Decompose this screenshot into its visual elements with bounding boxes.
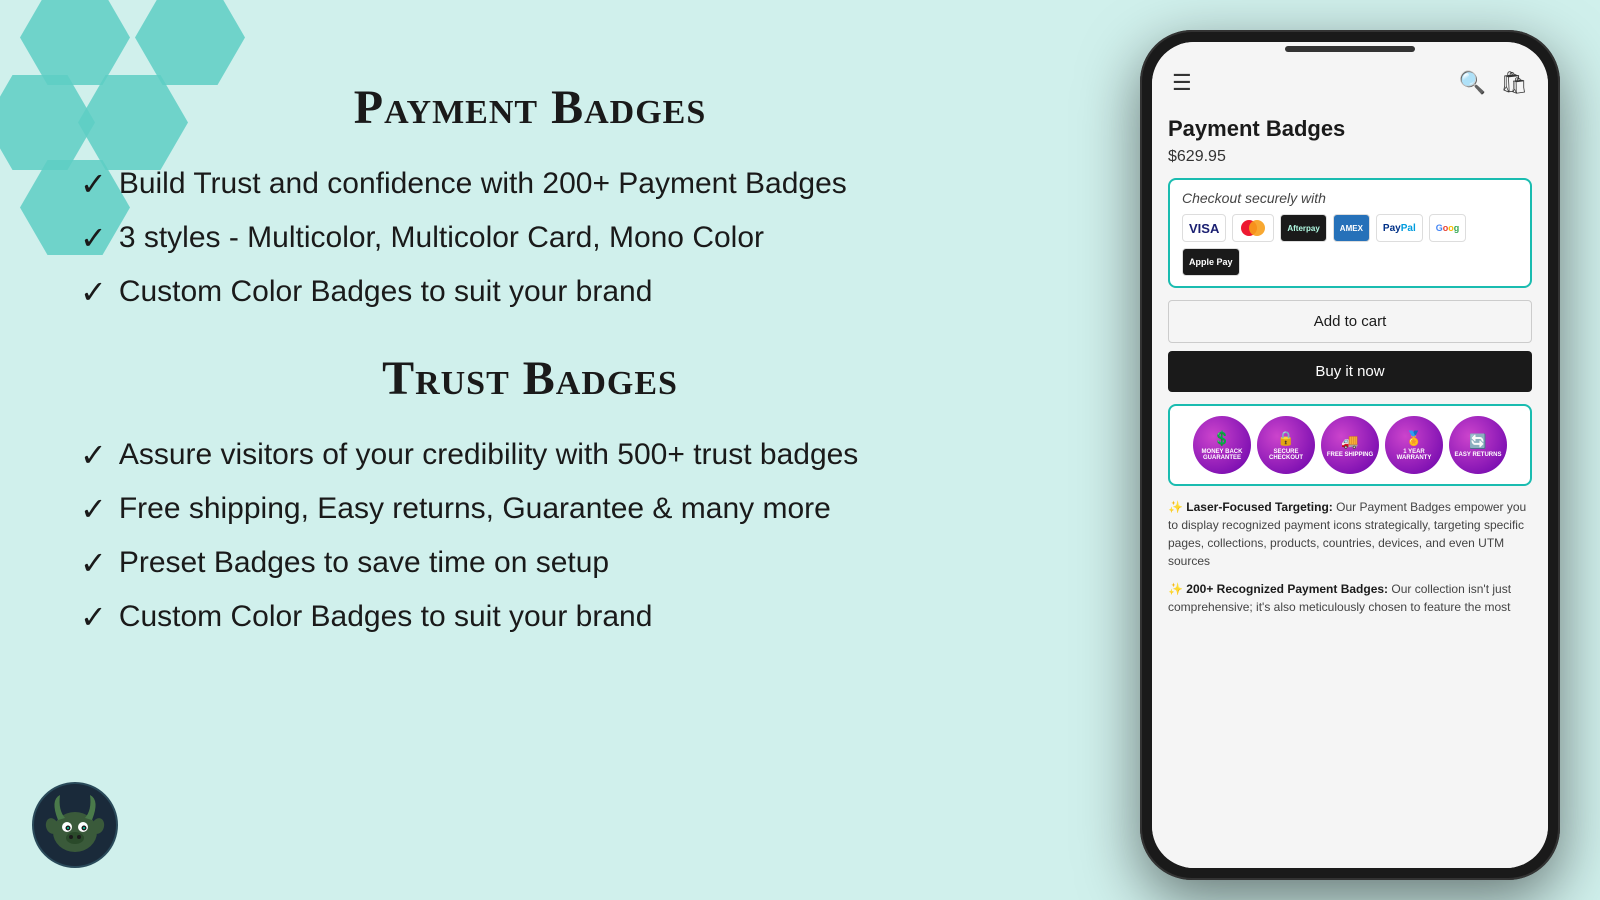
applepay-payment-icon: Apple Pay [1182,248,1240,276]
phone-mockup: ☰ 🔍 🛍 Payment Badges $629.95 Checkout se… [1140,30,1560,880]
desc-bold-1: Laser-Focused Targeting: [1186,500,1332,514]
afterpay-payment-icon: Afterpay [1280,214,1326,242]
trust-badge-money-back: 💲 MONEY BACK GUARANTEE [1193,416,1251,474]
warranty-icon: 🏅 [1405,430,1422,447]
list-item: ✓Build Trust and confidence with 200+ Pa… [80,165,980,203]
secure-icon: 🔒 [1277,430,1294,447]
trust-badge-label: FREE SHIPPING [1327,452,1373,458]
list-item: ✓Free shipping, Easy returns, Guarantee … [80,490,980,528]
phone-screen: ☰ 🔍 🛍 Payment Badges $629.95 Checkout se… [1152,42,1548,868]
checkout-box: Checkout securely with VISA Afterpay AME… [1168,178,1532,288]
description-text-1: ✨ Laser-Focused Targeting: Our Payment B… [1168,498,1532,570]
description-block-2: ✨ 200+ Recognized Payment Badges: Our co… [1168,580,1532,616]
product-title: Payment Badges [1168,116,1532,142]
product-price: $629.95 [1168,148,1532,166]
checkmark-icon: ✓ [80,598,107,636]
hex-1 [20,0,130,85]
add-to-cart-button[interactable]: Add to cart [1168,300,1532,343]
trust-badge-label: MONEY BACK GUARANTEE [1197,449,1247,461]
left-content: Payment Badges ✓Build Trust and confiden… [80,80,980,676]
star-icon-2: ✨ [1168,582,1183,596]
amex-payment-icon: AMEX [1333,214,1370,242]
trust-badge-secure: 🔒 SECURE CHECKOUT [1257,416,1315,474]
description-text-2: ✨ 200+ Recognized Payment Badges: Our co… [1168,580,1532,616]
hex-2 [135,0,245,85]
trust-badges-list: ✓Assure visitors of your credibility wit… [80,436,980,636]
trust-badge-warranty: 🏅 1 YEAR WARRANTY [1385,416,1443,474]
checkmark-icon: ✓ [80,490,107,528]
payment-icons-row: VISA Afterpay AMEX PayPal Goog Apple Pay [1182,214,1518,276]
trust-badge-label: SECURE CHECKOUT [1261,449,1311,461]
checkmark-icon: ✓ [80,219,107,257]
cart-icon[interactable]: 🛍 [1500,70,1528,96]
money-back-icon: 💲 [1213,430,1230,447]
trust-badge-shipping: 🚚 FREE SHIPPING [1321,416,1379,474]
payment-badges-title: Payment Badges [80,80,980,135]
payment-badges-list: ✓Build Trust and confidence with 200+ Pa… [80,165,980,311]
paypal-payment-icon: PayPal [1376,214,1423,242]
star-icon-1: ✨ [1168,500,1183,514]
trust-badge-label: EASY RETURNS [1455,452,1502,458]
visa-payment-icon: VISA [1182,214,1226,242]
list-item: ✓Custom Color Badges to suit your brand [80,273,980,311]
phone-notch [1285,46,1415,52]
brand-logo [30,780,120,870]
list-item: ✓Assure visitors of your credibility wit… [80,436,980,474]
trust-badge-label: 1 YEAR WARRANTY [1389,449,1439,461]
checkmark-icon: ✓ [80,273,107,311]
search-icon[interactable]: 🔍 [1459,70,1486,96]
checkout-label: Checkout securely with [1182,190,1518,206]
list-item: ✓Custom Color Badges to suit your brand [80,598,980,636]
phone-frame: ☰ 🔍 🛍 Payment Badges $629.95 Checkout se… [1140,30,1560,880]
phone-top-icons: 🔍 🛍 [1459,70,1528,96]
list-item: ✓3 styles - Multicolor, Multicolor Card,… [80,219,980,257]
gpay-payment-icon: Goog [1429,214,1467,242]
buy-now-button[interactable]: Buy it now [1168,351,1532,392]
trust-badges-row: 💲 MONEY BACK GUARANTEE 🔒 SECURE CHECKOUT… [1180,416,1520,474]
checkmark-icon: ✓ [80,436,107,474]
list-item: ✓Preset Badges to save time on setup [80,544,980,582]
trust-badges-title: Trust Badges [80,351,980,406]
checkmark-icon: ✓ [80,165,107,203]
phone-content: Payment Badges $629.95 Checkout securely… [1152,106,1548,868]
description-block-1: ✨ Laser-Focused Targeting: Our Payment B… [1168,498,1532,570]
menu-icon[interactable]: ☰ [1172,70,1192,96]
trust-badge-returns: 🔄 EASY RETURNS [1449,416,1507,474]
trust-badges-box: 💲 MONEY BACK GUARANTEE 🔒 SECURE CHECKOUT… [1168,404,1532,486]
returns-icon: 🔄 [1469,433,1486,450]
shipping-icon: 🚚 [1341,433,1358,450]
checkmark-icon: ✓ [80,544,107,582]
desc-bold-2: 200+ Recognized Payment Badges: [1186,582,1388,596]
mastercard-payment-icon [1232,214,1274,242]
